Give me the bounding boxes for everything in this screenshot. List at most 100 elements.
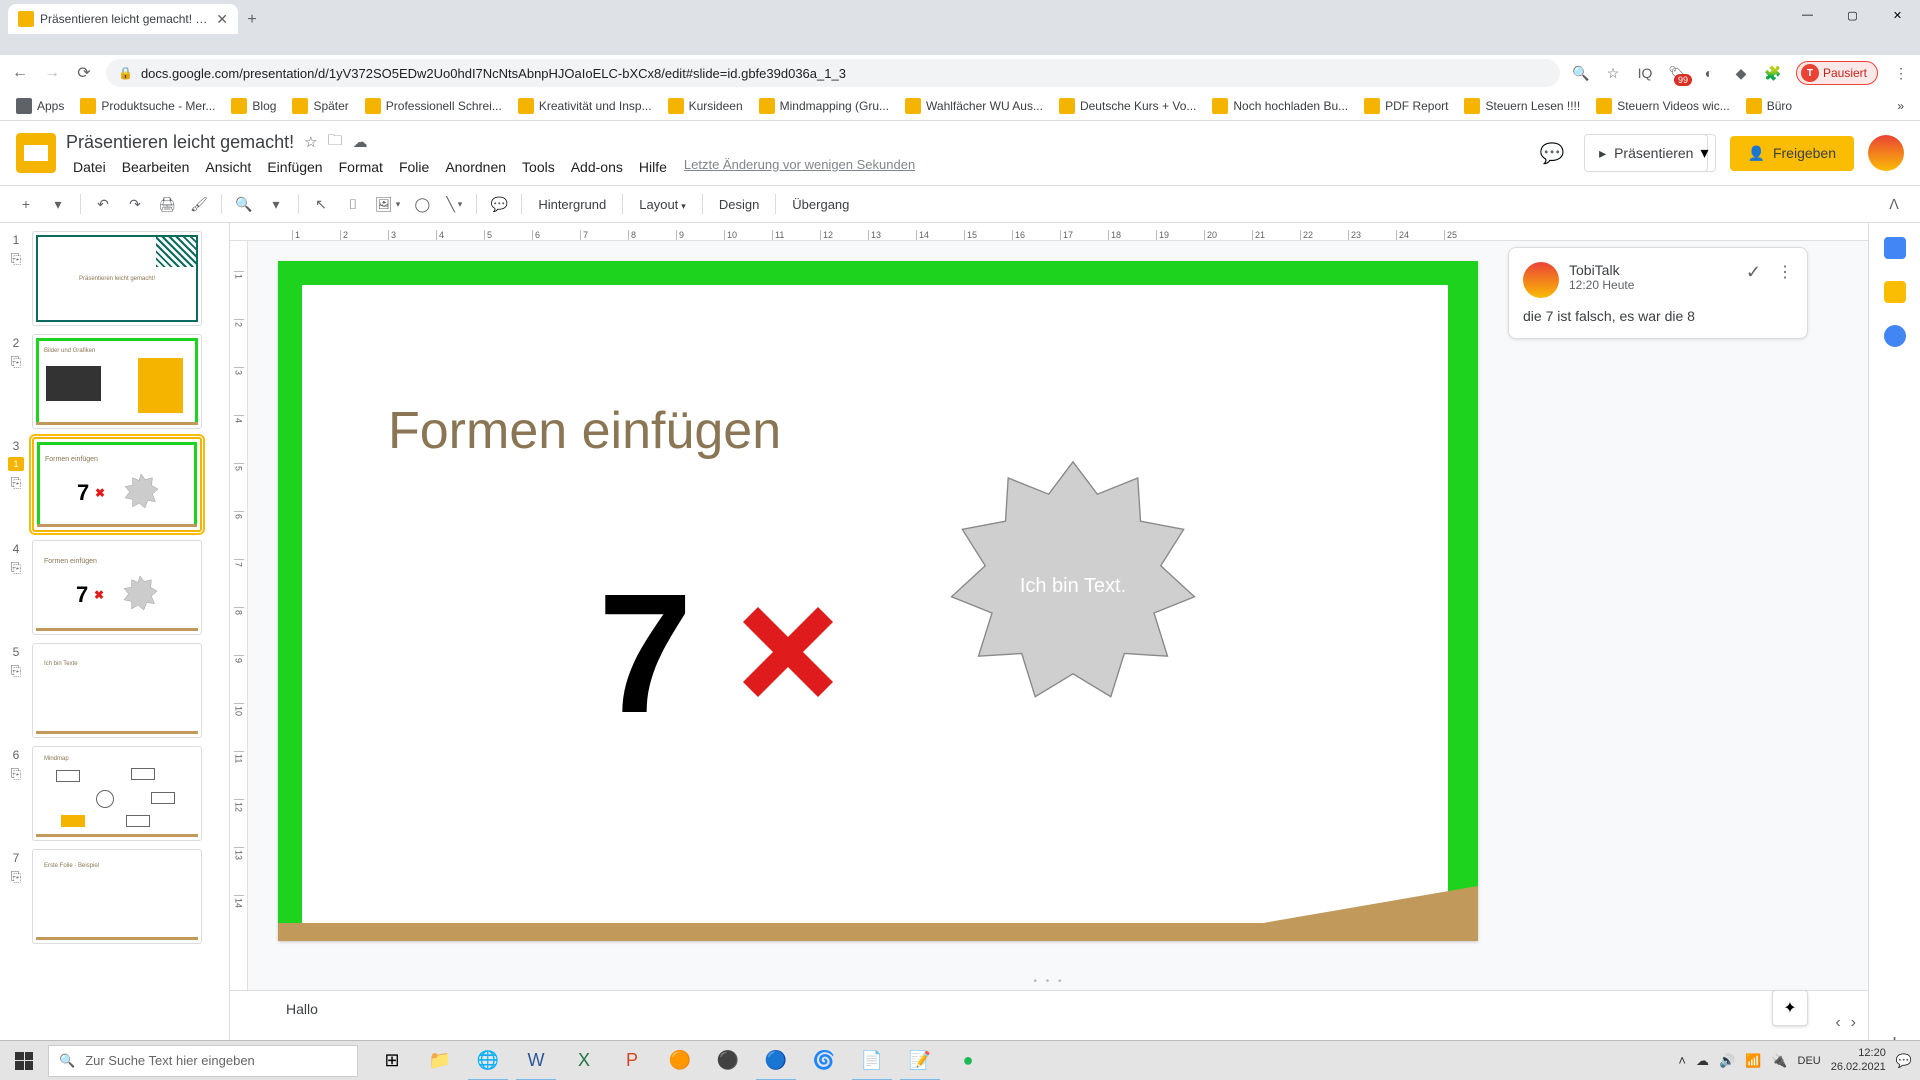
menu-file[interactable]: Datei (66, 157, 113, 177)
reload-button[interactable]: ⟳ (74, 63, 94, 83)
slide-thumb-7[interactable]: Erste Folie - Beispiel (32, 849, 202, 944)
close-tab-icon[interactable]: ✕ (216, 11, 228, 28)
chrome-menu-icon[interactable]: ⋮ (1892, 64, 1910, 82)
slide-thumb-2[interactable]: Bilder und Grafiken (32, 334, 202, 429)
paint-format-button[interactable]: 🖌 (185, 190, 213, 218)
share-button[interactable]: 👤 Freigeben (1730, 136, 1854, 171)
notepad-icon[interactable]: 📝 (896, 1041, 944, 1080)
present-button[interactable]: ▸ Präsentieren (1584, 134, 1708, 172)
cloud-status-icon[interactable]: ☁ (353, 133, 368, 151)
red-cross-shape[interactable] (738, 601, 838, 728)
slide-canvas[interactable]: Formen einfügen 7 Ich bin Text. (278, 261, 1478, 941)
edge-new-icon[interactable]: 🌀 (800, 1041, 848, 1080)
prev-arrow-icon[interactable]: ‹ (1835, 1014, 1840, 1032)
menu-arrange[interactable]: Anordnen (438, 157, 513, 177)
task-view-icon[interactable]: ⊞ (368, 1041, 416, 1080)
comment-tool[interactable]: 💬 (485, 190, 513, 218)
image-tool[interactable]: 🖼 (371, 190, 404, 218)
profile-status[interactable]: T Pausiert (1796, 61, 1878, 85)
bookmark-item[interactable]: Noch hochladen Bu... (1206, 94, 1354, 118)
extensions-menu-icon[interactable]: 🧩 (1764, 64, 1782, 82)
new-tab-button[interactable]: + (238, 6, 266, 34)
excel-icon[interactable]: X (560, 1041, 608, 1080)
background-button[interactable]: Hintergrund (530, 197, 614, 212)
slide-thumb-6[interactable]: Mindmap (32, 746, 202, 841)
spotify-icon[interactable]: ● (944, 1041, 992, 1080)
slide-title[interactable]: Formen einfügen (388, 401, 781, 461)
app-icon-3[interactable]: 📄 (848, 1041, 896, 1080)
bookmark-item[interactable]: Mindmapping (Gru... (753, 94, 895, 118)
layout-button[interactable]: Layout (631, 197, 694, 212)
menu-help[interactable]: Hilfe (632, 157, 674, 177)
bookmark-item[interactable]: Steuern Lesen !!!! (1458, 94, 1586, 118)
menu-slide[interactable]: Folie (392, 157, 436, 177)
back-button[interactable]: ← (10, 63, 30, 83)
start-button[interactable] (0, 1041, 48, 1080)
menu-insert[interactable]: Einfügen (260, 157, 329, 177)
forward-button[interactable]: → (42, 63, 62, 83)
comment-menu-icon[interactable]: ⋮ (1777, 262, 1793, 282)
move-icon[interactable]: 🗀 (328, 130, 343, 155)
new-slide-dropdown[interactable]: ▾ (44, 190, 72, 218)
bookmark-overflow[interactable]: » (1891, 95, 1910, 117)
tasks-icon[interactable] (1884, 325, 1906, 347)
bookmark-item[interactable]: Produktsuche - Mer... (74, 94, 221, 118)
collapse-toolbar-icon[interactable]: ᐱ (1880, 190, 1908, 218)
canvas-stage[interactable]: Formen einfügen 7 Ich bin Text. (248, 241, 1868, 990)
bookmark-apps[interactable]: Apps (10, 94, 70, 118)
next-arrow-icon[interactable]: › (1851, 1014, 1856, 1032)
comment-card[interactable]: TobiTalk 12:20 Heute ✓ ⋮ die 7 ist falsc… (1508, 247, 1808, 339)
powerpoint-icon[interactable]: P (608, 1041, 656, 1080)
bookmark-item[interactable]: Wahlfächer WU Aus... (899, 94, 1049, 118)
comments-button[interactable]: 💬 (1534, 135, 1570, 171)
wifi-icon[interactable]: 📶 (1745, 1053, 1761, 1069)
shape-tool[interactable]: ◯ (408, 190, 436, 218)
app-icon-2[interactable]: ⚫ (704, 1041, 752, 1080)
star-icon[interactable]: ☆ (304, 133, 317, 151)
line-tool[interactable]: ╲ (440, 190, 468, 218)
calendar-icon[interactable] (1884, 237, 1906, 259)
taskbar-search[interactable]: 🔍 Zur Suche Text hier eingeben (48, 1045, 358, 1077)
bookmark-item[interactable]: PDF Report (1358, 94, 1454, 118)
volume-icon[interactable]: 🔊 (1719, 1053, 1735, 1069)
bookmark-item[interactable]: Deutsche Kurs + Vo... (1053, 94, 1202, 118)
zoom-dropdown[interactable]: ▾ (262, 190, 290, 218)
browser-tab[interactable]: Präsentieren leicht gemacht! - G... ✕ (8, 4, 238, 34)
textbox-tool[interactable]: ⌷ (339, 190, 367, 218)
redo-button[interactable]: ↷ (121, 190, 149, 218)
notes-drag-handle[interactable]: • • • (1033, 976, 1064, 987)
resolve-icon[interactable]: ✓ (1746, 262, 1761, 283)
extension-icon-1[interactable]: IQ (1636, 64, 1654, 82)
minimize-button[interactable]: — (1785, 0, 1830, 30)
slide-thumb-4[interactable]: Formen einfügen7✖ (32, 540, 202, 635)
slides-logo-icon[interactable] (16, 133, 56, 173)
slide-thumb-1[interactable]: Präsentieren leicht gemacht! (32, 231, 202, 326)
print-button[interactable]: 🖨 (153, 190, 181, 218)
star-shape[interactable]: Ich bin Text. (938, 451, 1208, 721)
extension-icon-4[interactable]: ◆ (1732, 64, 1750, 82)
slide-thumb-3[interactable]: Formen einfügen7✖ (32, 437, 202, 532)
bookmark-item[interactable]: Blog (225, 94, 282, 118)
chrome-icon[interactable]: 🔵 (752, 1041, 800, 1080)
design-button[interactable]: Design (711, 197, 767, 212)
big-number-text[interactable]: 7 (598, 556, 693, 752)
extension-icon-2[interactable]: 🏷99 (1668, 64, 1686, 82)
slide-thumb-5[interactable]: Ich bin Texte (32, 643, 202, 738)
tray-chevron-icon[interactable]: ˄ (1678, 1053, 1686, 1068)
bookmark-item[interactable]: Professionell Schrei... (359, 94, 508, 118)
select-tool[interactable]: ↖ (307, 190, 335, 218)
undo-button[interactable]: ↶ (89, 190, 117, 218)
speaker-notes[interactable]: Hallo (230, 990, 1868, 1046)
taskbar-clock[interactable]: 12:20 26.02.2021 (1831, 1047, 1886, 1073)
onedrive-icon[interactable]: ☁ (1696, 1053, 1709, 1069)
bookmark-item[interactable]: Später (286, 94, 354, 118)
word-icon[interactable]: W (512, 1041, 560, 1080)
edge-icon[interactable]: 🌐 (464, 1041, 512, 1080)
new-slide-button[interactable]: + (12, 190, 40, 218)
url-field[interactable]: 🔒 docs.google.com/presentation/d/1yV372S… (106, 59, 1560, 87)
document-title[interactable]: Präsentieren leicht gemacht! (66, 132, 294, 153)
menu-edit[interactable]: Bearbeiten (115, 157, 197, 177)
keep-icon[interactable] (1884, 281, 1906, 303)
bookmark-star-icon[interactable]: ☆ (1604, 64, 1622, 82)
bookmark-item[interactable]: Büro (1740, 94, 1798, 118)
